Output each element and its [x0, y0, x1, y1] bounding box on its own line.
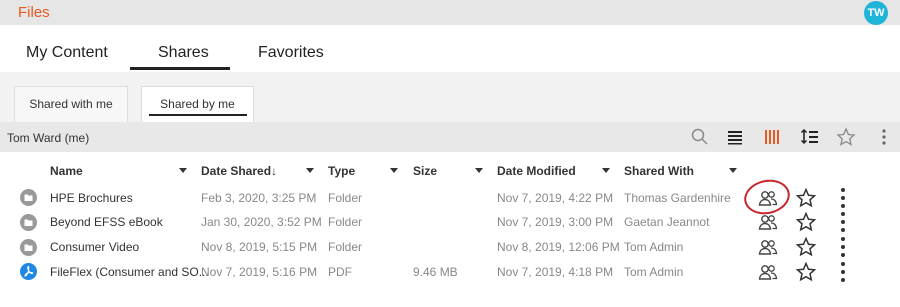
- table-row[interactable]: FileFlex (Consumer and SO... Nov 7, 2019…: [0, 260, 900, 285]
- column-header-date-shared[interactable]: Date Shared↓: [201, 164, 277, 178]
- pdf-icon: [20, 263, 37, 280]
- date-modified: Nov 7, 2019, 4:18 PM: [497, 265, 614, 279]
- date-modified: Nov 7, 2019, 3:00 PM: [497, 215, 614, 229]
- column-header-date-modified[interactable]: Date Modified: [497, 164, 576, 178]
- folder-icon: [20, 214, 37, 231]
- more-options-icon[interactable]: [838, 236, 848, 258]
- chevron-down-icon[interactable]: [390, 168, 398, 173]
- chevron-down-icon[interactable]: [306, 168, 314, 173]
- file-type: Folder: [328, 215, 363, 229]
- star-icon[interactable]: [795, 212, 817, 232]
- favorite-star-icon[interactable]: [836, 127, 856, 147]
- file-type: Folder: [328, 191, 363, 205]
- table-row[interactable]: Consumer Video Nov 8, 2019, 5:15 PM Fold…: [0, 235, 900, 260]
- star-icon[interactable]: [795, 262, 817, 282]
- tab-shares[interactable]: Shares: [158, 44, 209, 62]
- shared-with: Thomas Gardenhire: [624, 191, 731, 205]
- star-icon[interactable]: [795, 237, 817, 257]
- chevron-down-icon[interactable]: [729, 168, 737, 173]
- share-users-icon[interactable]: [757, 237, 779, 257]
- file-name[interactable]: Beyond EFSS eBook: [50, 215, 163, 229]
- file-type: PDF: [328, 265, 352, 279]
- date-shared: Jan 30, 2020, 3:52 PM: [201, 215, 322, 229]
- more-vertical-icon[interactable]: [874, 127, 894, 147]
- share-users-icon[interactable]: [757, 262, 779, 282]
- shared-with: Tom Admin: [624, 265, 684, 279]
- tab-my-content[interactable]: My Content: [26, 44, 108, 62]
- chevron-down-icon[interactable]: [475, 168, 483, 173]
- active-subtab-indicator: [149, 114, 247, 116]
- more-options-icon[interactable]: [838, 211, 848, 233]
- date-modified: Nov 8, 2019, 12:06 PM: [497, 240, 620, 254]
- column-header-size[interactable]: Size: [413, 164, 437, 178]
- column-header-type[interactable]: Type: [328, 164, 355, 178]
- list-view-icon[interactable]: [725, 127, 745, 147]
- chevron-down-icon[interactable]: [179, 168, 187, 173]
- sort-icon[interactable]: [800, 127, 820, 147]
- folder-icon: [20, 239, 37, 256]
- tab-shared-with-me[interactable]: Shared with me: [14, 86, 128, 122]
- date-shared: Feb 3, 2020, 3:25 PM: [201, 191, 317, 205]
- sub-tabs-bar: [0, 72, 900, 122]
- column-header-name[interactable]: Name: [50, 164, 83, 178]
- column-view-icon[interactable]: [762, 127, 782, 147]
- avatar[interactable]: TW: [864, 1, 888, 25]
- active-tab-indicator: [130, 67, 230, 70]
- app-title: Files: [18, 4, 50, 21]
- top-bar: Files TW: [0, 0, 900, 25]
- chevron-down-icon[interactable]: [602, 168, 610, 173]
- column-header-shared-with[interactable]: Shared With: [624, 164, 694, 178]
- folder-icon: [20, 189, 37, 206]
- file-name[interactable]: Consumer Video: [50, 240, 139, 254]
- main-tabs: My Content Shares Favorites: [0, 25, 900, 72]
- date-shared: Nov 8, 2019, 5:15 PM: [201, 240, 318, 254]
- date-shared: Nov 7, 2019, 5:16 PM: [201, 265, 318, 279]
- shared-with: Gaetan Jeannot: [624, 215, 710, 229]
- more-options-icon[interactable]: [838, 187, 848, 209]
- breadcrumb: Tom Ward (me): [7, 131, 90, 145]
- file-name[interactable]: HPE Brochures: [50, 191, 133, 205]
- file-size: 9.46 MB: [413, 265, 458, 279]
- date-modified: Nov 7, 2019, 4:22 PM: [497, 191, 614, 205]
- tab-favorites[interactable]: Favorites: [258, 44, 324, 62]
- tab-shared-by-me[interactable]: Shared by me: [141, 86, 254, 122]
- search-icon[interactable]: [690, 127, 710, 147]
- star-icon[interactable]: [795, 188, 817, 208]
- more-options-icon[interactable]: [838, 261, 848, 283]
- file-type: Folder: [328, 240, 363, 254]
- file-name[interactable]: FileFlex (Consumer and SO...: [50, 265, 209, 279]
- shared-with: Tom Admin: [624, 240, 684, 254]
- share-users-icon[interactable]: [757, 212, 779, 232]
